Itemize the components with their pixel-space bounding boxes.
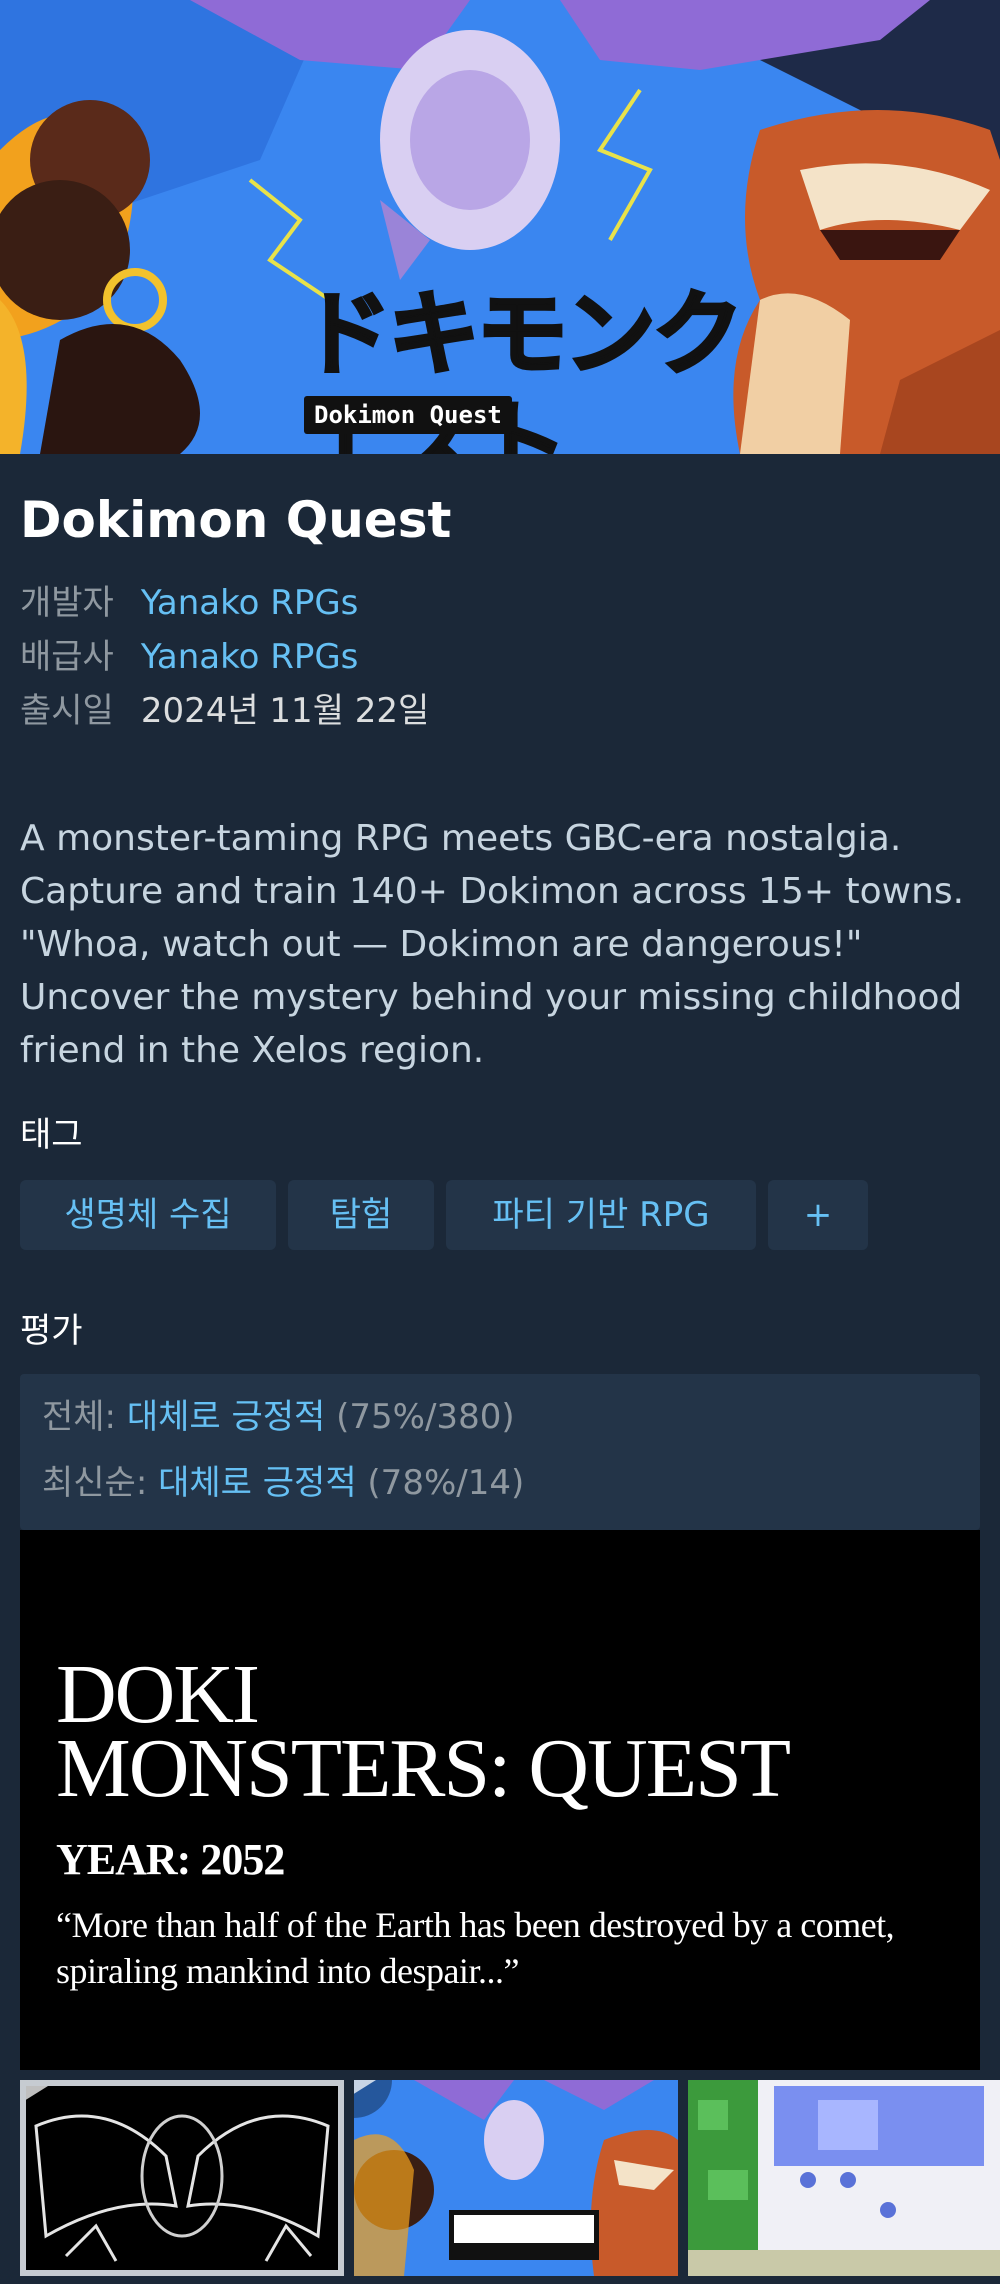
media-thumbnail-strip	[20, 2080, 1000, 2276]
publisher-label: 배급사	[20, 637, 114, 677]
media-title-text: DOKI MONSTERS: QUEST	[56, 1648, 791, 1815]
game-logo: ドキモンクエスト Dokimon Quest	[299, 280, 810, 455]
thumbnail-3-art	[688, 2080, 1000, 2276]
overall-reviews-row: 전체: 대체로 긍정적 (75%/380)	[42, 1392, 962, 1442]
game-title: Dokimon Quest	[20, 491, 452, 549]
hero-banner: ドキモンクエスト Dokimon Quest	[0, 0, 1000, 454]
recent-reviews-label: 최신순:	[42, 1463, 148, 1503]
media-thumbnail-2[interactable]	[354, 2080, 678, 2276]
logo-japanese-text: ドキモンクエスト	[299, 280, 746, 455]
release-date-value: 2024년 11월 22일	[140, 691, 430, 731]
media-quote-text: “More than half of the Earth has been de…	[56, 1905, 895, 1991]
tags-heading: 태그	[20, 1115, 83, 1155]
developer-row: 개발자 Yanako RPGs	[20, 578, 980, 628]
publisher-link[interactable]: Yanako RPGs	[141, 637, 359, 677]
thumbnail-2-art	[354, 2080, 678, 2276]
play-icon	[354, 2080, 392, 2118]
overall-reviews-summary[interactable]: 대체로 긍정적	[127, 1397, 326, 1437]
tag-party-based-rpg[interactable]: 파티 기반 RPG	[446, 1180, 756, 1250]
publisher-row: 배급사 Yanako RPGs	[20, 632, 980, 682]
recent-reviews-detail: (78%/14)	[367, 1463, 525, 1503]
reviews-heading: 평가	[20, 1311, 83, 1351]
play-icon	[26, 2086, 64, 2124]
tags-list: 생명체 수집 탐험 파티 기반 RPG +	[20, 1180, 980, 1250]
overall-reviews-label: 전체:	[42, 1397, 117, 1437]
thumbnail-1-art	[26, 2086, 338, 2270]
game-description: A monster-taming RPG meets GBC-era nosta…	[20, 818, 965, 1071]
media-main-screenshot[interactable]: DOKI MONSTERS: QUEST YEAR: 2052 “More th…	[20, 1530, 980, 2070]
release-date-row: 출시일 2024년 11월 22일	[20, 686, 980, 736]
media-thumbnail-1[interactable]	[20, 2080, 344, 2276]
developer-label: 개발자	[20, 583, 114, 623]
store-page: ドキモンクエスト Dokimon Quest Dokimon Quest 개발자…	[0, 0, 1000, 2284]
developer-link[interactable]: Yanako RPGs	[141, 583, 359, 623]
tag-creature-collector[interactable]: 생명체 수집	[20, 1180, 276, 1250]
recent-reviews-row: 최신순: 대체로 긍정적 (78%/14)	[42, 1458, 962, 1508]
logo-english-text: Dokimon Quest	[304, 396, 512, 434]
overall-reviews-detail: (75%/380)	[336, 1397, 515, 1437]
reviews-panel: 전체: 대체로 긍정적 (75%/380) 최신순: 대체로 긍정적 (78%/…	[20, 1374, 980, 1530]
release-date-label: 출시일	[20, 691, 114, 731]
tag-exploration[interactable]: 탐험	[288, 1180, 434, 1250]
tag-more-button[interactable]: +	[768, 1180, 868, 1250]
media-year-text: YEAR: 2052	[56, 1835, 285, 1884]
media-thumbnail-3[interactable]	[688, 2080, 1000, 2276]
recent-reviews-summary[interactable]: 대체로 긍정적	[158, 1463, 357, 1503]
